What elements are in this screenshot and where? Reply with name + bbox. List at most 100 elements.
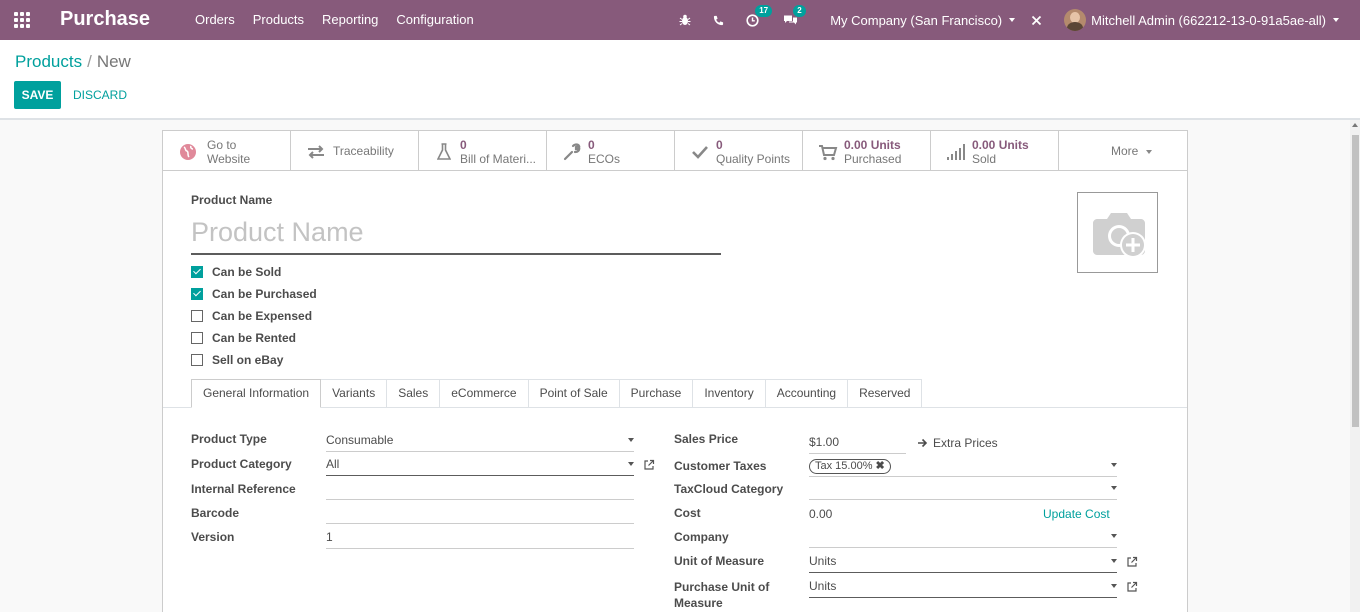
sales-price-input[interactable]: $1.00 (809, 432, 906, 454)
smart-button-box: Go to Website Traceability 0 Bill of Mat… (163, 131, 1187, 171)
phone-icon[interactable] (713, 15, 724, 26)
checkbox-can-be-rented[interactable] (191, 332, 203, 344)
debug-bug-icon[interactable] (679, 14, 691, 26)
breadcrumb-separator: / (87, 52, 92, 71)
avatar (1064, 9, 1087, 31)
product-type-select[interactable]: Consumable (326, 430, 634, 452)
user-name: Mitchell Admin (662212-13-0-91a5ae-all) (1091, 12, 1326, 28)
more-label: More (1111, 144, 1139, 158)
external-link-icon[interactable] (643, 459, 655, 471)
extra-prices-button[interactable]: Extra Prices (917, 436, 998, 450)
option-label: Can be Expensed (212, 309, 313, 323)
website-smart-button[interactable]: Go to Website (163, 131, 291, 171)
checkbox-can-be-sold[interactable] (191, 266, 203, 278)
product-category-select[interactable]: All (326, 454, 634, 476)
checkbox-sell-on-ebay[interactable] (191, 354, 203, 366)
scroll-up-arrow-icon[interactable] (1352, 123, 1358, 127)
option-can-be-rented[interactable]: Can be Rented (191, 327, 317, 349)
update-cost-button[interactable]: Update Cost (1043, 507, 1110, 521)
product-image-upload[interactable] (1077, 192, 1158, 273)
product-type-value: Consumable (326, 433, 394, 447)
uom-label: Unit of Measure (674, 554, 765, 568)
option-can-be-sold[interactable]: Can be Sold (191, 261, 317, 283)
traceability-smart-button[interactable]: Traceability (291, 131, 419, 171)
external-link-icon[interactable] (1126, 581, 1138, 593)
checkbox-can-be-purchased[interactable] (191, 288, 203, 300)
discard-button[interactable]: DISCARD (73, 88, 127, 102)
tab-general-information[interactable]: General Information (191, 379, 322, 408)
company-label: Company (674, 530, 729, 544)
barcode-label: Barcode (191, 506, 240, 520)
globe-icon (177, 143, 199, 161)
uom-value: Units (809, 554, 837, 568)
tab-reserved[interactable]: Reserved (848, 379, 923, 407)
menu-configuration[interactable]: Configuration (396, 12, 473, 27)
ecos-count: 0 (588, 138, 595, 152)
shopping-cart-icon (817, 143, 839, 161)
bom-label: Bill of Materi... (460, 152, 537, 166)
purchase-uom-select[interactable]: Units (809, 576, 1117, 598)
checkbox-can-be-expensed[interactable] (191, 310, 203, 322)
menu-orders[interactable]: Orders (195, 12, 235, 27)
company-switcher[interactable]: My Company (San Francisco) (830, 12, 1016, 28)
quality-count: 0 (716, 138, 723, 152)
option-can-be-expensed[interactable]: Can be Expensed (191, 305, 317, 327)
sold-count: 0.00 Units (972, 138, 1029, 152)
save-button[interactable]: SAVE (14, 81, 61, 109)
top-navbar: Purchase Orders Products Reporting Confi… (0, 0, 1360, 40)
product-name-input[interactable]: Product Name (191, 215, 721, 255)
breadcrumb-products-link[interactable]: Products (15, 52, 82, 71)
purchased-smart-button[interactable]: 0.00 Units Purchased (803, 131, 931, 171)
quality-points-smart-button[interactable]: 0 Quality Points (675, 131, 803, 171)
apps-menu-icon[interactable] (14, 12, 32, 28)
tab-inventory[interactable]: Inventory (693, 379, 766, 407)
customer-taxes-field[interactable]: Tax 15.00% ✖ (809, 455, 1117, 477)
option-label: Can be Sold (212, 265, 282, 279)
tab-variants[interactable]: Variants (321, 379, 388, 407)
tab-point-of-sale[interactable]: Point of Sale (528, 379, 620, 407)
tab-ecommerce[interactable]: eCommerce (440, 379, 529, 407)
close-x-icon[interactable] (1031, 15, 1042, 26)
product-name-label: Product Name (191, 193, 273, 207)
scrollbar-thumb[interactable] (1352, 135, 1359, 427)
taxcloud-category-select[interactable] (809, 478, 1117, 500)
uom-select[interactable]: Units (809, 551, 1117, 573)
company-select[interactable] (809, 526, 1117, 548)
internal-reference-input[interactable] (326, 478, 634, 500)
sold-smart-button[interactable]: 0.00 Units Sold (931, 131, 1059, 171)
app-name[interactable]: Purchase (60, 8, 150, 31)
user-menu[interactable]: Mitchell Admin (662212-13-0-91a5ae-all) (1064, 9, 1339, 31)
flask-icon (433, 143, 455, 161)
tab-sales[interactable]: Sales (387, 379, 441, 407)
activity-count-badge: 17 (755, 4, 773, 17)
menu-products[interactable]: Products (253, 12, 304, 27)
extra-prices-label: Extra Prices (933, 436, 998, 450)
ecos-smart-button[interactable]: 0 ECOs (547, 131, 675, 171)
version-input[interactable]: 1 (326, 527, 634, 549)
menu-reporting[interactable]: Reporting (322, 12, 378, 27)
tab-accounting[interactable]: Accounting (765, 379, 849, 407)
purchase-uom-label: Purchase Unit of Measure (674, 579, 769, 611)
product-type-label: Product Type (191, 432, 267, 446)
messaging-chat-icon[interactable]: 2 (783, 5, 806, 26)
quality-label: Quality Points (716, 152, 791, 166)
external-link-icon[interactable] (1126, 556, 1138, 568)
product-name-placeholder: Product Name (191, 217, 364, 247)
purchased-label: Purchased (844, 152, 902, 166)
chevron-down-icon (1111, 534, 1117, 538)
message-count-badge: 2 (793, 5, 806, 17)
tab-purchase[interactable]: Purchase (619, 379, 694, 407)
sold-label: Sold (972, 152, 997, 166)
bom-count: 0 (460, 138, 467, 152)
barcode-input[interactable] (326, 502, 634, 524)
remove-tag-icon[interactable]: ✖ (875, 460, 884, 472)
option-can-be-purchased[interactable]: Can be Purchased (191, 283, 317, 305)
option-sell-on-ebay[interactable]: Sell on eBay (191, 349, 317, 371)
website-line1: Go to (207, 138, 237, 152)
product-category-label: Product Category (191, 457, 292, 471)
company-name: My Company (San Francisco) (830, 12, 1003, 28)
activity-clock-icon[interactable]: 17 (746, 4, 773, 27)
more-dropdown-button[interactable]: More (1059, 131, 1187, 171)
bom-smart-button[interactable]: 0 Bill of Materi... (419, 131, 547, 171)
breadcrumb: Products / New (15, 52, 131, 72)
